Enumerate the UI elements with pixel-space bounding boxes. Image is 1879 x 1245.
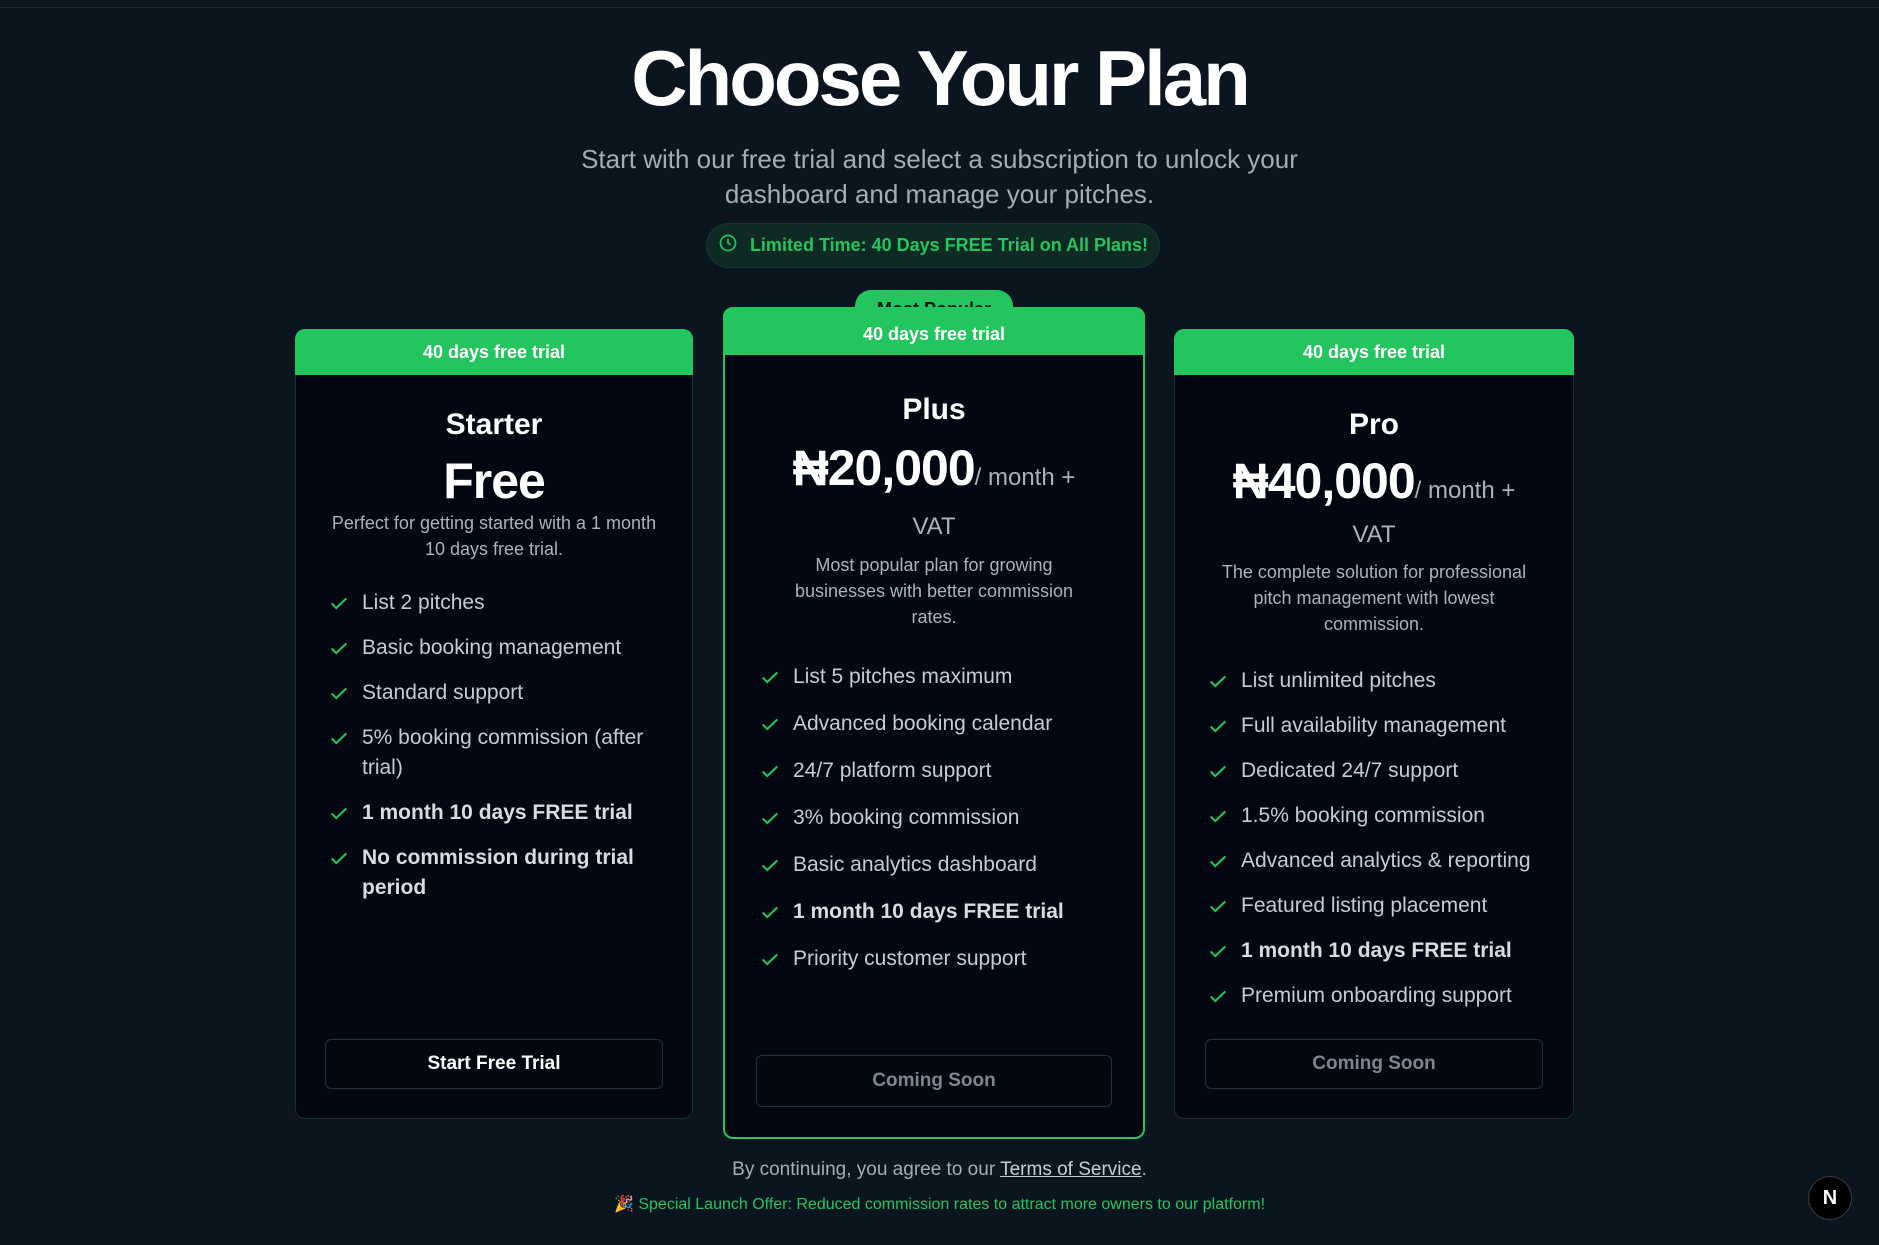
plan-name: Pro bbox=[1348, 408, 1399, 441]
trial-band: 40 days free trial bbox=[723, 307, 1145, 355]
plan-name: Plus bbox=[902, 393, 966, 426]
list-item: No commission during trial period bbox=[328, 843, 668, 903]
terms-of-service-link[interactable]: Terms of Service bbox=[1000, 1159, 1141, 1180]
list-item: List 5 pitches maximum bbox=[759, 662, 1119, 692]
list-item: 1.5% booking commission bbox=[1207, 801, 1557, 831]
plan-price: Free bbox=[296, 452, 692, 510]
plan-description: Most popular plan for growing businesses… bbox=[794, 555, 1074, 627]
list-item: 3% booking commission bbox=[759, 803, 1119, 833]
plan-card-plus: 40 days free trial Plus ₦20,000/ month +… bbox=[723, 307, 1145, 1139]
list-item: Basic analytics dashboard bbox=[759, 850, 1119, 880]
list-item: Featured listing placement bbox=[1207, 891, 1557, 921]
clock-icon bbox=[718, 233, 738, 258]
plan-card-starter: 40 days free trial Starter Free Perfect … bbox=[295, 329, 693, 1119]
terms-notice: By continuing, you agree to our Terms of… bbox=[0, 1159, 1879, 1181]
coming-soon-button[interactable]: Coming Soon bbox=[756, 1055, 1112, 1107]
list-item: Premium onboarding support bbox=[1207, 981, 1557, 1011]
terms-suffix: . bbox=[1141, 1159, 1147, 1180]
price-amount: ₦40,000 bbox=[1232, 453, 1416, 509]
check-icon bbox=[1207, 711, 1229, 741]
plan-price: ₦20,000/ month + bbox=[725, 439, 1143, 497]
promo-text: Limited Time: 40 Days FREE Trial on All … bbox=[749, 235, 1149, 255]
list-item: Standard support bbox=[328, 678, 668, 708]
check-icon bbox=[759, 662, 781, 692]
list-item: 24/7 platform support bbox=[759, 756, 1119, 786]
list-item: Advanced analytics & reporting bbox=[1207, 846, 1557, 876]
dev-tools-badge[interactable]: N bbox=[1808, 1176, 1852, 1220]
check-icon bbox=[328, 798, 350, 828]
check-icon bbox=[1207, 981, 1229, 1011]
check-icon bbox=[1207, 846, 1229, 876]
list-item: Full availability management bbox=[1207, 711, 1557, 741]
list-item: 1 month 10 days FREE trial bbox=[759, 897, 1119, 927]
feature-list: List 5 pitches maximum Advanced booking … bbox=[759, 662, 1119, 974]
top-bar bbox=[0, 0, 1879, 8]
price-amount: Free bbox=[443, 453, 546, 509]
check-icon bbox=[328, 678, 350, 708]
trial-band: 40 days free trial bbox=[1174, 329, 1574, 375]
check-icon bbox=[759, 756, 781, 786]
page-title: Choose Your Plan bbox=[631, 34, 1251, 122]
price-suffix: / month + bbox=[1414, 477, 1516, 504]
start-free-trial-button[interactable]: Start Free Trial bbox=[325, 1039, 663, 1089]
price-suffix: / month + bbox=[974, 464, 1076, 491]
list-item: Dedicated 24/7 support bbox=[1207, 756, 1557, 786]
list-item: Priority customer support bbox=[759, 944, 1119, 974]
check-icon bbox=[1207, 891, 1229, 921]
feature-list: List 2 pitches Basic booking management … bbox=[328, 588, 668, 903]
list-item: Basic booking management bbox=[328, 633, 668, 663]
plan-description: Perfect for getting started with a 1 mon… bbox=[331, 513, 657, 559]
check-icon bbox=[759, 850, 781, 880]
list-item: 1 month 10 days FREE trial bbox=[328, 798, 668, 828]
coming-soon-button[interactable]: Coming Soon bbox=[1205, 1039, 1543, 1089]
plan-price: ₦40,000/ month + bbox=[1175, 452, 1573, 510]
list-item: 1 month 10 days FREE trial bbox=[1207, 936, 1557, 966]
plan-card-pro: 40 days free trial Pro ₦40,000/ month + … bbox=[1174, 329, 1574, 1119]
check-icon bbox=[759, 944, 781, 974]
page-header: Choose Your Plan Start with our free tri… bbox=[0, 30, 1879, 212]
launch-offer-text: 🎉 Special Launch Offer: Reduced commissi… bbox=[613, 1196, 1266, 1213]
trial-band: 40 days free trial bbox=[295, 329, 693, 375]
check-icon bbox=[328, 723, 350, 753]
price-vat: VAT bbox=[1352, 521, 1396, 548]
terms-prefix: By continuing, you agree to our bbox=[732, 1159, 1001, 1180]
page-subtitle: Start with our free trial and select a s… bbox=[581, 144, 1298, 209]
check-icon bbox=[759, 897, 781, 927]
list-item: Advanced booking calendar bbox=[759, 709, 1119, 739]
check-icon bbox=[1207, 756, 1229, 786]
price-amount: ₦20,000 bbox=[792, 440, 976, 496]
list-item: List unlimited pitches bbox=[1207, 666, 1557, 696]
check-icon bbox=[1207, 936, 1229, 966]
price-vat: VAT bbox=[912, 513, 956, 540]
check-icon bbox=[328, 588, 350, 618]
list-item: 5% booking commission (after trial) bbox=[328, 723, 668, 783]
list-item: List 2 pitches bbox=[328, 588, 668, 618]
plan-name: Starter bbox=[445, 408, 543, 441]
feature-list: List unlimited pitches Full availability… bbox=[1207, 666, 1557, 1011]
check-icon bbox=[1207, 801, 1229, 831]
check-icon bbox=[759, 709, 781, 739]
plan-description: The complete solution for professional p… bbox=[1221, 562, 1527, 634]
check-icon bbox=[1207, 666, 1229, 696]
check-icon bbox=[759, 803, 781, 833]
check-icon bbox=[328, 633, 350, 663]
check-icon bbox=[328, 843, 350, 873]
promo-badge: Limited Time: 40 Days FREE Trial on All … bbox=[706, 223, 1160, 268]
